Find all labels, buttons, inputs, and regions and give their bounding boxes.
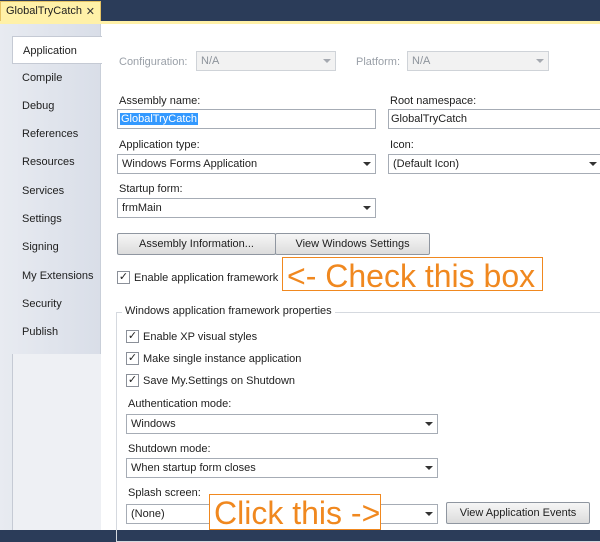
- application-type-value: Windows Forms Application: [122, 158, 258, 170]
- check-this-box-callout: <- Check this box: [282, 257, 543, 292]
- nav-item-signing[interactable]: Signing: [12, 233, 101, 261]
- shutdown-mode-value: When startup form closes: [131, 462, 256, 474]
- nav-item-publish[interactable]: Publish: [12, 318, 101, 346]
- authentication-mode-label: Authentication mode:: [128, 398, 232, 410]
- document-tab-title: GlobalTryCatch: [6, 5, 83, 17]
- platform-label: Platform:: [356, 56, 401, 68]
- shutdown-mode-select[interactable]: When startup form closes: [126, 458, 438, 478]
- click-this-callout: Click this ->: [209, 494, 381, 530]
- view-windows-settings-button[interactable]: View Windows Settings: [275, 233, 430, 255]
- platform-select[interactable]: N/A: [407, 51, 549, 71]
- platform-value: N/A: [412, 55, 431, 67]
- nav-item-services[interactable]: Services: [12, 177, 101, 205]
- document-tab[interactable]: GlobalTryCatch ✕: [0, 1, 101, 22]
- chevron-down-icon: [425, 422, 433, 426]
- icon-select[interactable]: (Default Icon): [388, 154, 600, 174]
- chevron-down-icon: [425, 512, 433, 516]
- assembly-name-label: Assembly name:: [119, 95, 201, 107]
- framework-properties-title: Windows application framework properties: [122, 305, 335, 317]
- assembly-information-button[interactable]: Assembly Information...: [117, 233, 276, 255]
- chevron-down-icon: [536, 59, 544, 63]
- save-settings-label: Save My.Settings on Shutdown: [143, 375, 296, 387]
- nav-item-debug[interactable]: Debug: [12, 92, 101, 120]
- nav-item-references[interactable]: References: [12, 120, 101, 148]
- nav-rail-filler: [12, 354, 101, 530]
- enable-framework-label: Enable application framework: [134, 272, 279, 284]
- startup-form-select[interactable]: frmMain: [117, 198, 376, 218]
- splash-screen-value: (None): [131, 508, 165, 520]
- chevron-down-icon: [363, 206, 371, 210]
- startup-form-label: Startup form:: [119, 183, 183, 195]
- startup-form-value: frmMain: [122, 202, 162, 214]
- configuration-value: N/A: [201, 55, 220, 67]
- shutdown-mode-label: Shutdown mode:: [128, 443, 211, 455]
- icon-value: (Default Icon): [393, 158, 460, 170]
- nav-item-my-extensions[interactable]: My Extensions: [12, 262, 101, 290]
- chevron-down-icon: [589, 162, 597, 166]
- xp-visual-styles-label: Enable XP visual styles: [143, 331, 258, 343]
- single-instance-checkbox[interactable]: ✓: [126, 352, 139, 365]
- chevron-down-icon: [425, 466, 433, 470]
- assembly-name-input[interactable]: GlobalTryCatch: [117, 109, 376, 129]
- project-properties-pane: Application Compile Debug References Res…: [0, 24, 600, 542]
- splash-screen-label: Splash screen:: [128, 487, 201, 499]
- assembly-name-value: GlobalTryCatch: [120, 113, 199, 125]
- nav-item-security[interactable]: Security: [12, 290, 101, 318]
- single-instance-label: Make single instance application: [143, 353, 302, 365]
- configuration-select[interactable]: N/A: [196, 51, 336, 71]
- chevron-down-icon: [363, 162, 371, 166]
- root-namespace-input[interactable]: GlobalTryCatch: [388, 109, 600, 129]
- enable-framework-checkbox[interactable]: ✓: [117, 271, 130, 284]
- root-namespace-value: GlobalTryCatch: [391, 113, 468, 125]
- save-settings-checkbox[interactable]: ✓: [126, 374, 139, 387]
- nav-item-settings[interactable]: Settings: [12, 205, 101, 233]
- view-application-events-button[interactable]: View Application Events: [446, 502, 590, 524]
- root-namespace-label: Root namespace:: [390, 95, 477, 107]
- nav-item-application[interactable]: Application: [12, 36, 102, 64]
- application-page: Configuration: N/A Platform: N/A Assembl…: [102, 24, 600, 542]
- nav-item-resources[interactable]: Resources: [12, 148, 101, 176]
- authentication-mode-select[interactable]: Windows: [126, 414, 438, 434]
- application-type-label: Application type:: [119, 139, 200, 151]
- nav-item-compile[interactable]: Compile: [12, 64, 101, 92]
- icon-label: Icon:: [390, 139, 414, 151]
- xp-visual-styles-checkbox[interactable]: ✓: [126, 330, 139, 343]
- authentication-mode-value: Windows: [131, 418, 176, 430]
- chevron-down-icon: [323, 59, 331, 63]
- property-nav: Application Compile Debug References Res…: [0, 24, 102, 530]
- close-icon[interactable]: ✕: [86, 5, 95, 18]
- application-type-select[interactable]: Windows Forms Application: [117, 154, 376, 174]
- configuration-label: Configuration:: [119, 56, 188, 68]
- document-tab-strip: GlobalTryCatch ✕: [0, 0, 600, 22]
